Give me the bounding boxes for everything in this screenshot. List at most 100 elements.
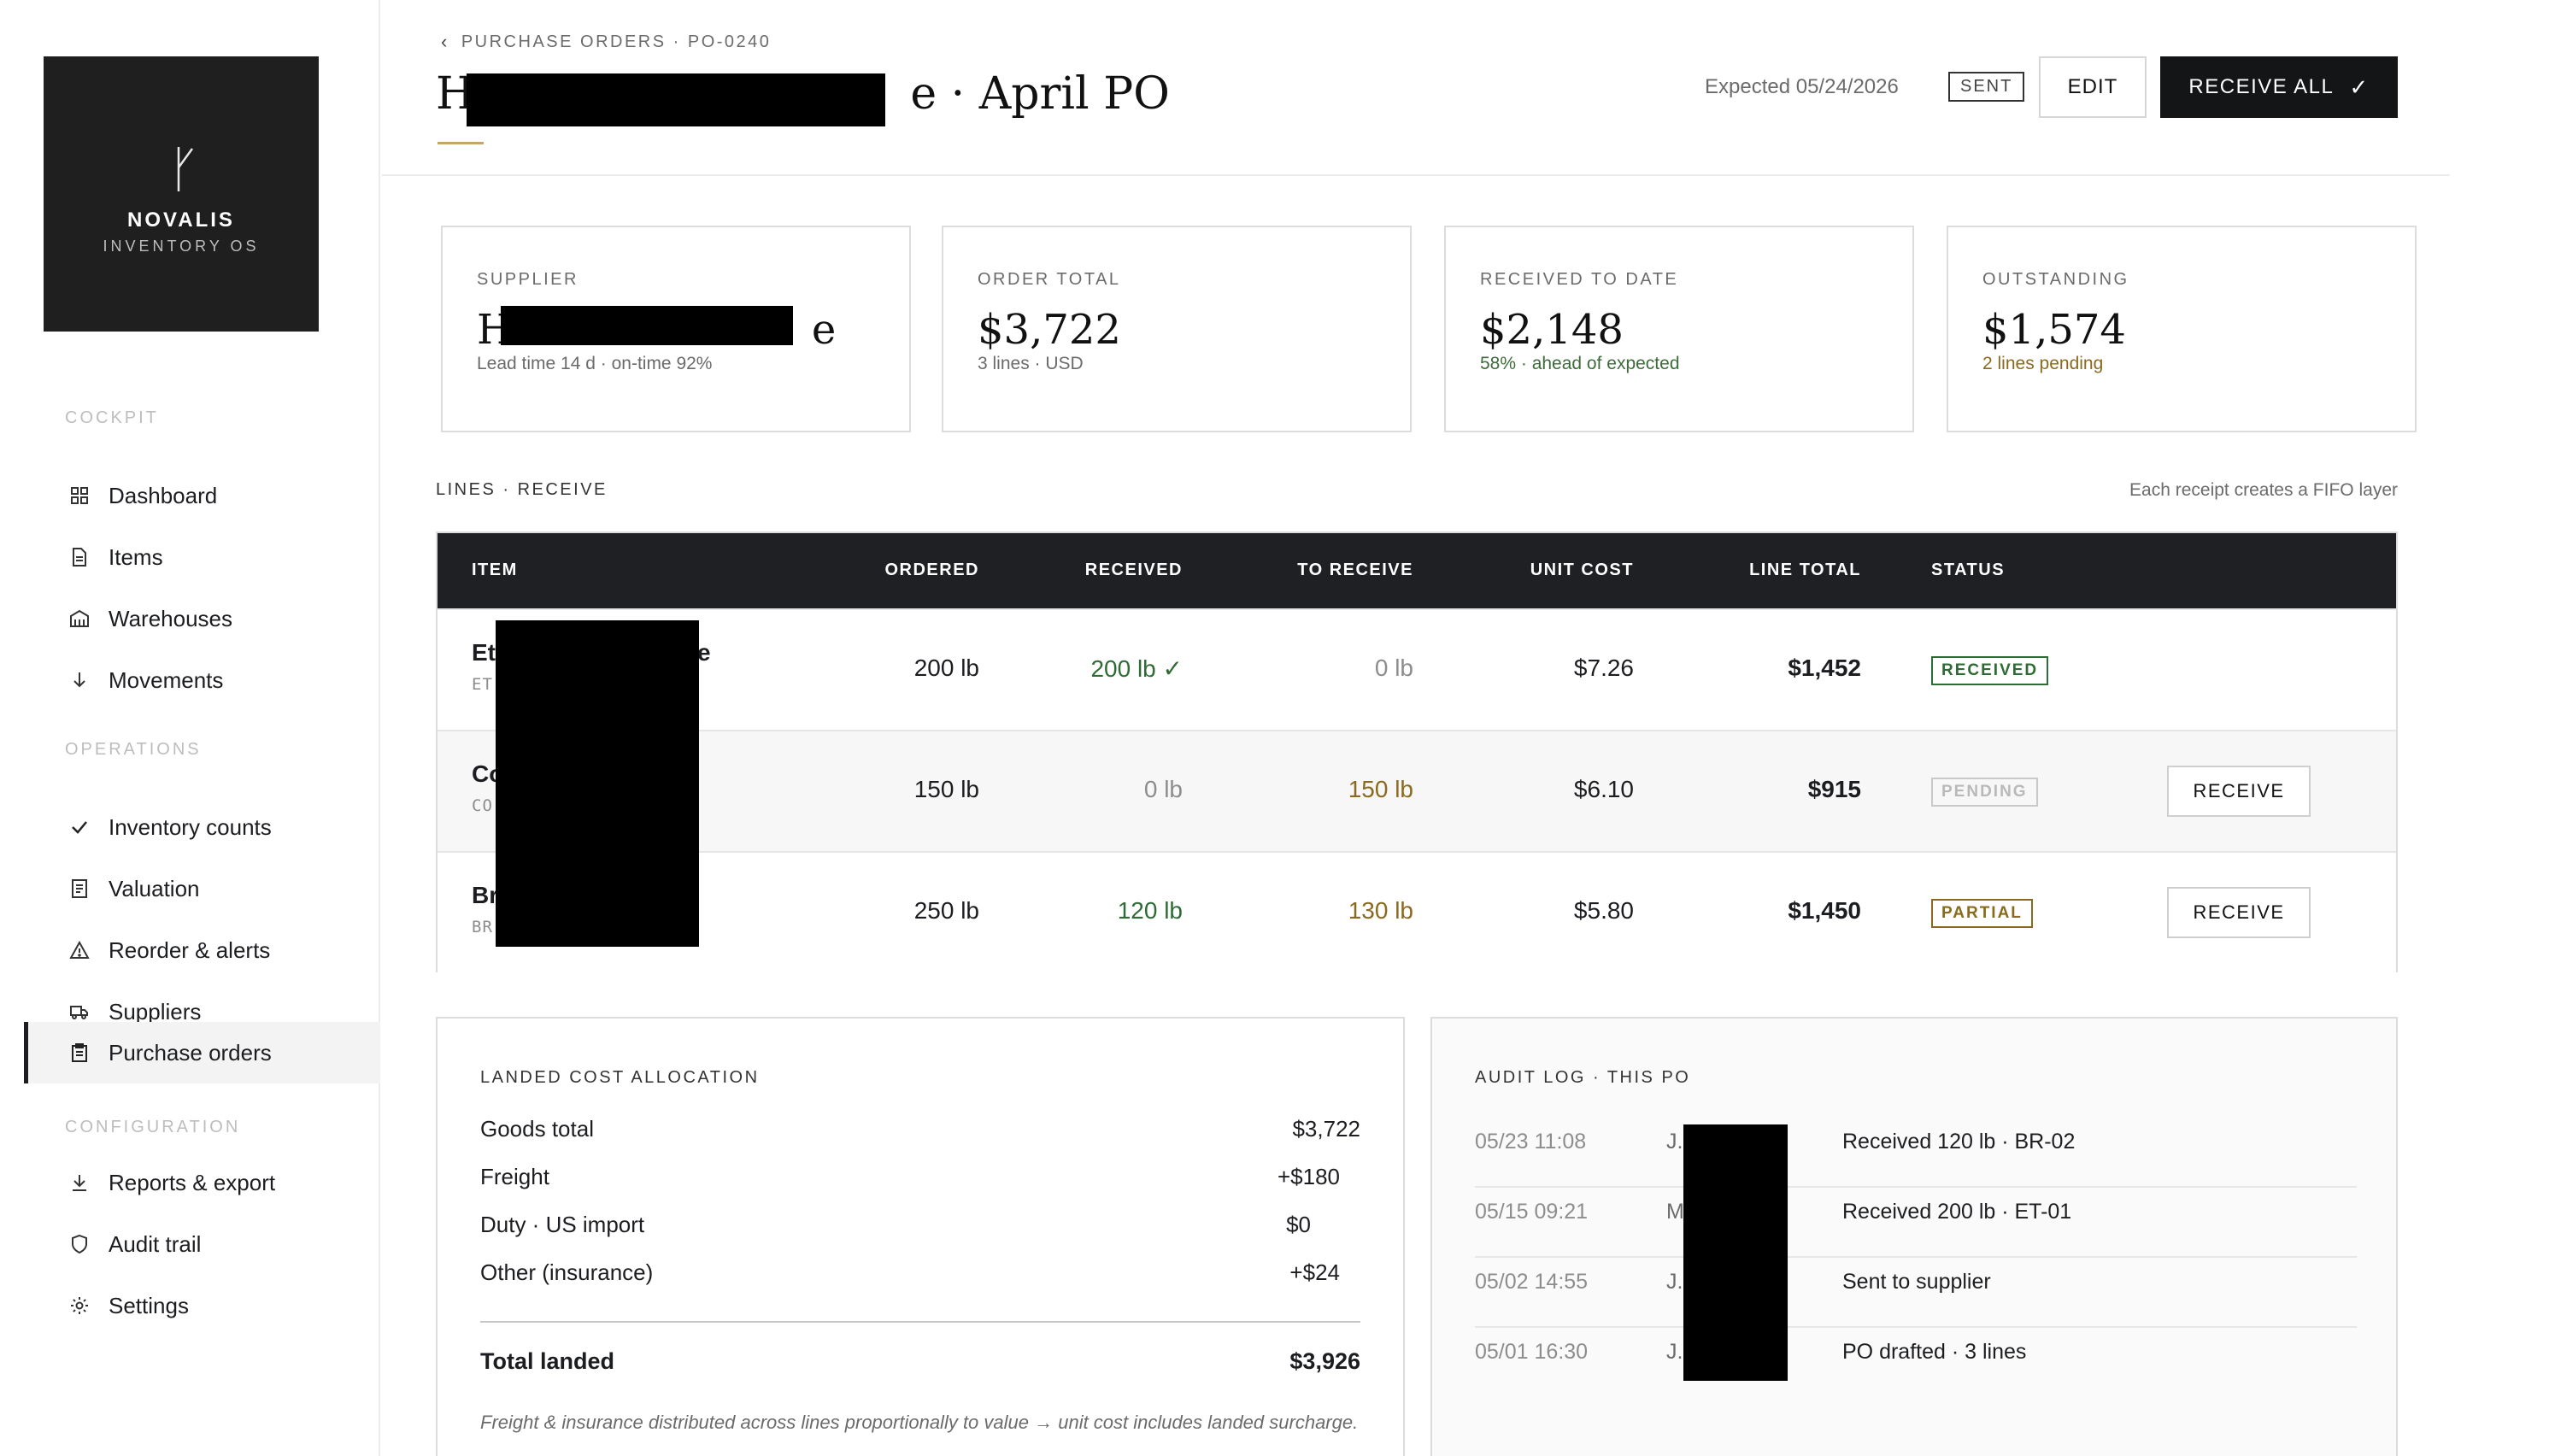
receive-button[interactable]: RECEIVE xyxy=(2167,887,2311,938)
audit-user: J. xyxy=(1666,1130,1683,1154)
audit-log-panel: AUDIT LOG · THIS PO 05/23 11:08 J. Recei… xyxy=(1430,1017,2398,1456)
redaction-block xyxy=(501,306,793,345)
chevron-left-icon[interactable]: ‹ xyxy=(441,31,449,53)
check-icon xyxy=(68,815,91,839)
sidebar-item-dashboard[interactable]: Dashboard xyxy=(24,465,380,526)
nav-section-configuration: CONFIGURATION xyxy=(65,1118,241,1136)
outstanding-card: OUTSTANDING $1,574 2 lines pending xyxy=(1947,226,2417,432)
status-badge: SENT xyxy=(1948,72,2025,102)
divider xyxy=(480,1321,1360,1323)
item-name: Br xyxy=(472,882,499,908)
card-label: RECEIVED TO DATE xyxy=(1480,270,1679,289)
sidebar-item-warehouses[interactable]: Warehouses xyxy=(24,588,380,649)
audit-text: Sent to supplier xyxy=(1842,1270,1991,1294)
sidebar-item-label: Audit trail xyxy=(109,1230,202,1257)
audit-entry: 05/02 14:55 J. Sent to supplier xyxy=(1475,1258,2357,1328)
unit-cost-cell: $7.26 xyxy=(1573,655,1634,681)
audit-time: 05/02 14:55 xyxy=(1475,1270,1589,1294)
cost-label: Freight xyxy=(480,1164,549,1189)
brand-logo[interactable]: NOVALIS INVENTORY OS xyxy=(44,56,319,332)
column-header: ITEM xyxy=(472,561,518,579)
ordered-cell: 150 lb xyxy=(913,776,979,802)
to-receive-cell: 150 lb xyxy=(1348,776,1413,802)
sidebar-item-label: Reorder & alerts xyxy=(109,936,271,963)
audit-user: J. xyxy=(1666,1270,1683,1294)
audit-user: M xyxy=(1666,1200,1684,1224)
cost-row: Duty · US import $0 xyxy=(480,1212,1360,1238)
cost-row: Goods total $3,722 xyxy=(480,1116,1360,1142)
table-row[interactable]: Br BR 250 lb 120 lb 130 lb $5.80 $1,450 … xyxy=(438,851,2396,972)
breadcrumb[interactable]: ‹ PURCHASE ORDERS · PO-0240 xyxy=(441,31,771,53)
breadcrumb-text: PURCHASE ORDERS · PO-0240 xyxy=(461,32,772,51)
sidebar-item-movements[interactable]: Movements xyxy=(24,649,380,711)
cost-label: Duty · US import xyxy=(480,1212,645,1237)
received-cell: 120 lb xyxy=(1117,897,1183,924)
column-header: TO RECEIVE xyxy=(1297,561,1413,579)
status-badge: PARTIAL xyxy=(1931,899,2033,928)
brand-subtitle: INVENTORY OS xyxy=(103,238,260,255)
cost-row: Other (insurance) +$24 xyxy=(480,1259,1360,1286)
unit-cost-cell: $5.80 xyxy=(1573,897,1634,924)
sidebar-item-settings[interactable]: Settings xyxy=(24,1275,380,1336)
card-value: $2,148 xyxy=(1480,306,1624,354)
audit-entry: 05/23 11:08 J. Received 120 lb · BR-02 xyxy=(1475,1118,2357,1188)
sidebar: NOVALIS INVENTORY OS COCKPIT Dashboard I… xyxy=(0,0,380,1456)
column-header: ORDERED xyxy=(884,561,979,579)
item-name-suffix: e xyxy=(697,639,711,666)
receive-all-label: RECEIVE ALL xyxy=(2188,75,2335,98)
sidebar-item-label: Movements xyxy=(109,666,224,693)
alert-triangle-icon xyxy=(68,938,91,962)
item-sku: BR xyxy=(472,918,493,936)
audit-text: Received 120 lb · BR-02 xyxy=(1842,1130,2076,1154)
audit-entry: 05/01 16:30 J. PO drafted · 3 lines xyxy=(1475,1328,2357,1398)
column-header: STATUS xyxy=(1931,561,2006,579)
audit-text: Received 200 lb · ET-01 xyxy=(1842,1200,2072,1224)
line-total-cell: $1,450 xyxy=(1788,897,1861,924)
audit-entry: 05/15 09:21 M Received 200 lb · ET-01 xyxy=(1475,1188,2357,1258)
table-row[interactable]: Et e ET 200 lb 200 lb ✓ 0 lb $7.26 $1,452… xyxy=(438,608,2396,730)
lines-section-label: LINES · RECEIVE xyxy=(436,480,608,499)
landed-cost-panel: LANDED COST ALLOCATION Goods total $3,72… xyxy=(436,1017,1405,1456)
sidebar-item-reorder-alerts[interactable]: Reorder & alerts xyxy=(24,919,380,981)
receive-button[interactable]: RECEIVE xyxy=(2167,766,2311,817)
order-total-card: ORDER TOTAL $3,722 3 lines · USD xyxy=(942,226,1412,432)
received-cell: 0 lb xyxy=(1143,776,1183,802)
sidebar-item-items[interactable]: Items xyxy=(24,526,380,588)
to-receive-cell: 130 lb xyxy=(1348,897,1413,924)
receive-all-button[interactable]: RECEIVE ALL ✓ xyxy=(2160,56,2398,118)
card-value: $3,722 xyxy=(978,306,1121,354)
sidebar-item-audit-trail[interactable]: Audit trail xyxy=(24,1213,380,1275)
table-row[interactable]: Co CO 150 lb 0 lb 150 lb $6.10 $915 PEND… xyxy=(438,730,2396,851)
audit-user: J. xyxy=(1666,1340,1683,1364)
gear-icon xyxy=(68,1294,91,1318)
sidebar-item-label: Dashboard xyxy=(109,482,218,508)
redaction-block xyxy=(467,73,885,126)
grid-icon xyxy=(68,484,91,508)
supplier-name-suffix: e xyxy=(811,306,837,354)
clipboard-icon xyxy=(68,1041,91,1065)
sidebar-item-valuation[interactable]: Valuation xyxy=(24,858,380,919)
supplier-card[interactable]: SUPPLIER He Lead time 14 d · on-time 92% xyxy=(441,226,911,432)
card-sub: Lead time 14 d · on-time 92% xyxy=(477,354,713,373)
received-cell: 200 lb ✓ xyxy=(1090,655,1183,682)
column-header: LINE TOTAL xyxy=(1749,561,1861,579)
cost-label: Other (insurance) xyxy=(480,1259,654,1285)
ledger-icon xyxy=(68,877,91,901)
sidebar-item-reports-export[interactable]: Reports & export xyxy=(24,1152,380,1213)
card-sub: 3 lines · USD xyxy=(978,354,1084,373)
item-sku: CO xyxy=(472,796,493,815)
sidebar-item-purchase-orders[interactable]: Purchase orders xyxy=(24,1022,380,1083)
arrow-down-icon xyxy=(68,668,91,692)
lines-table: ITEM ORDERED RECEIVED TO RECEIVE UNIT CO… xyxy=(436,531,2398,972)
sidebar-item-label: Warehouses xyxy=(109,605,232,631)
total-value: $3,926 xyxy=(1289,1348,1360,1374)
card-value: $1,574 xyxy=(1982,306,2126,354)
panel-title: LANDED COST ALLOCATION xyxy=(480,1068,760,1087)
audit-time: 05/01 16:30 xyxy=(1475,1340,1589,1364)
fifo-note: Each receipt creates a FIFO layer xyxy=(2129,480,2398,500)
sidebar-item-inventory-counts[interactable]: Inventory counts xyxy=(24,796,380,858)
card-label: OUTSTANDING xyxy=(1982,270,2129,289)
edit-button[interactable]: EDIT xyxy=(2039,56,2147,118)
cost-value: $0 xyxy=(1286,1212,1311,1237)
nav-section-operations: OPERATIONS xyxy=(65,740,202,759)
